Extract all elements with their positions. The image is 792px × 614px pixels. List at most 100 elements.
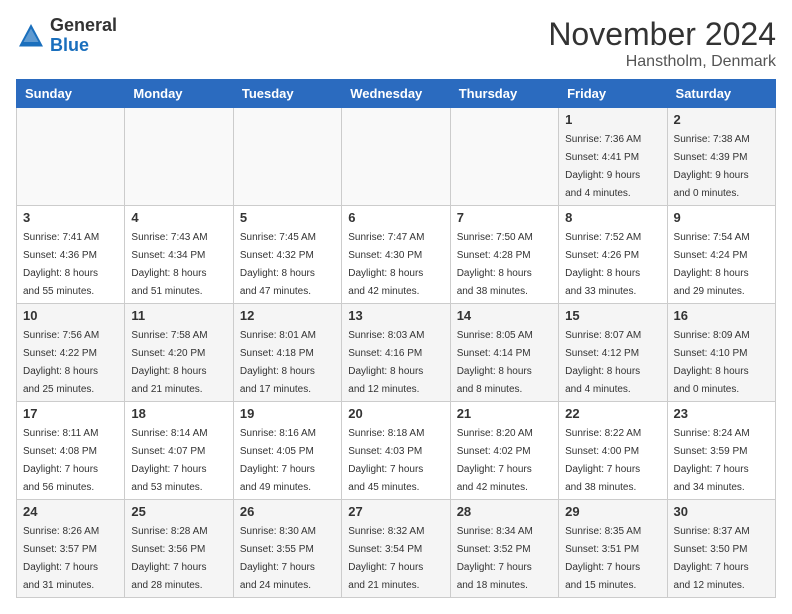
day-number: 5 (240, 210, 335, 225)
day-cell: 26 Sunrise: 8:30 AM Sunset: 3:55 PM Dayli… (233, 500, 341, 598)
logo-text: General Blue (50, 16, 117, 56)
day-number: 19 (240, 406, 335, 421)
day-number: 21 (457, 406, 552, 421)
day-info: Sunrise: 8:32 AM Sunset: 3:54 PM Dayligh… (348, 526, 424, 591)
day-info: Sunrise: 8:03 AM Sunset: 4:16 PM Dayligh… (348, 330, 424, 395)
col-header-monday: Monday (125, 80, 233, 108)
day-info: Sunrise: 7:43 AM Sunset: 4:34 PM Dayligh… (131, 232, 207, 297)
day-cell: 17 Sunrise: 8:11 AM Sunset: 4:08 PM Dayli… (17, 402, 125, 500)
title-block: November 2024 Hanstholm, Denmark (548, 16, 776, 71)
day-number: 24 (23, 504, 118, 519)
day-cell: 21 Sunrise: 8:20 AM Sunset: 4:02 PM Dayli… (450, 402, 558, 500)
day-cell: 24 Sunrise: 8:26 AM Sunset: 3:57 PM Dayli… (17, 500, 125, 598)
day-info: Sunrise: 8:35 AM Sunset: 3:51 PM Dayligh… (565, 526, 641, 591)
day-cell: 2 Sunrise: 7:38 AM Sunset: 4:39 PM Daylig… (667, 108, 775, 206)
day-info: Sunrise: 7:45 AM Sunset: 4:32 PM Dayligh… (240, 232, 316, 297)
logo-blue: Blue (50, 36, 117, 56)
day-info: Sunrise: 8:28 AM Sunset: 3:56 PM Dayligh… (131, 526, 207, 591)
day-info: Sunrise: 8:14 AM Sunset: 4:07 PM Dayligh… (131, 428, 207, 493)
day-cell (17, 108, 125, 206)
day-cell: 8 Sunrise: 7:52 AM Sunset: 4:26 PM Daylig… (559, 206, 667, 304)
day-cell (233, 108, 341, 206)
day-cell: 14 Sunrise: 8:05 AM Sunset: 4:14 PM Dayli… (450, 304, 558, 402)
day-info: Sunrise: 8:20 AM Sunset: 4:02 PM Dayligh… (457, 428, 533, 493)
day-info: Sunrise: 7:38 AM Sunset: 4:39 PM Dayligh… (674, 134, 750, 199)
logo: General Blue (16, 16, 117, 56)
day-cell (450, 108, 558, 206)
week-row-5: 24 Sunrise: 8:26 AM Sunset: 3:57 PM Dayli… (17, 500, 776, 598)
day-cell: 27 Sunrise: 8:32 AM Sunset: 3:54 PM Dayli… (342, 500, 450, 598)
col-header-friday: Friday (559, 80, 667, 108)
day-cell: 1 Sunrise: 7:36 AM Sunset: 4:41 PM Daylig… (559, 108, 667, 206)
col-header-saturday: Saturday (667, 80, 775, 108)
day-info: Sunrise: 7:56 AM Sunset: 4:22 PM Dayligh… (23, 330, 99, 395)
day-number: 9 (674, 210, 769, 225)
col-header-wednesday: Wednesday (342, 80, 450, 108)
week-row-3: 10Sunrise: 7:56 AM Sunset: 4:22 PM Dayli… (17, 304, 776, 402)
day-cell: 9Sunrise: 7:54 AM Sunset: 4:24 PM Daylig… (667, 206, 775, 304)
day-number: 14 (457, 308, 552, 323)
day-cell: 30Sunrise: 8:37 AM Sunset: 3:50 PM Dayli… (667, 500, 775, 598)
day-info: Sunrise: 7:52 AM Sunset: 4:26 PM Dayligh… (565, 232, 641, 297)
day-cell: 5 Sunrise: 7:45 AM Sunset: 4:32 PM Daylig… (233, 206, 341, 304)
day-number: 4 (131, 210, 226, 225)
day-number: 6 (348, 210, 443, 225)
logo-icon (16, 21, 46, 51)
day-cell: 3 Sunrise: 7:41 AM Sunset: 4:36 PM Daylig… (17, 206, 125, 304)
day-number: 17 (23, 406, 118, 421)
day-cell (125, 108, 233, 206)
day-number: 11 (131, 308, 226, 323)
day-number: 1 (565, 112, 660, 127)
day-info: Sunrise: 8:26 AM Sunset: 3:57 PM Dayligh… (23, 526, 99, 591)
day-info: Sunrise: 7:50 AM Sunset: 4:28 PM Dayligh… (457, 232, 533, 297)
day-cell: 22Sunrise: 8:22 AM Sunset: 4:00 PM Dayli… (559, 402, 667, 500)
day-info: Sunrise: 8:30 AM Sunset: 3:55 PM Dayligh… (240, 526, 316, 591)
day-cell: 10Sunrise: 7:56 AM Sunset: 4:22 PM Dayli… (17, 304, 125, 402)
day-number: 13 (348, 308, 443, 323)
day-cell: 11Sunrise: 7:58 AM Sunset: 4:20 PM Dayli… (125, 304, 233, 402)
page-header: General Blue November 2024 Hanstholm, De… (16, 16, 776, 71)
day-cell: 18Sunrise: 8:14 AM Sunset: 4:07 PM Dayli… (125, 402, 233, 500)
day-number: 25 (131, 504, 226, 519)
day-info: Sunrise: 8:22 AM Sunset: 4:00 PM Dayligh… (565, 428, 641, 493)
location: Hanstholm, Denmark (548, 53, 776, 71)
month-title: November 2024 (548, 16, 776, 53)
logo-general: General (50, 16, 117, 36)
day-number: 16 (674, 308, 769, 323)
day-number: 2 (674, 112, 769, 127)
day-number: 27 (348, 504, 443, 519)
day-info: Sunrise: 7:41 AM Sunset: 4:36 PM Dayligh… (23, 232, 99, 297)
day-info: Sunrise: 8:09 AM Sunset: 4:10 PM Dayligh… (674, 330, 750, 395)
week-row-2: 3 Sunrise: 7:41 AM Sunset: 4:36 PM Daylig… (17, 206, 776, 304)
week-row-1: 1 Sunrise: 7:36 AM Sunset: 4:41 PM Daylig… (17, 108, 776, 206)
week-row-4: 17 Sunrise: 8:11 AM Sunset: 4:08 PM Dayli… (17, 402, 776, 500)
day-cell: 28 Sunrise: 8:34 AM Sunset: 3:52 PM Dayli… (450, 500, 558, 598)
day-cell: 16 Sunrise: 8:09 AM Sunset: 4:10 PM Dayli… (667, 304, 775, 402)
col-header-sunday: Sunday (17, 80, 125, 108)
day-number: 28 (457, 504, 552, 519)
day-info: Sunrise: 8:01 AM Sunset: 4:18 PM Dayligh… (240, 330, 316, 395)
day-number: 7 (457, 210, 552, 225)
day-info: Sunrise: 8:34 AM Sunset: 3:52 PM Dayligh… (457, 526, 533, 591)
day-info: Sunrise: 8:11 AM Sunset: 4:08 PM Dayligh… (23, 428, 98, 493)
day-number: 3 (23, 210, 118, 225)
day-info: Sunrise: 8:18 AM Sunset: 4:03 PM Dayligh… (348, 428, 424, 493)
day-info: Sunrise: 8:05 AM Sunset: 4:14 PM Dayligh… (457, 330, 533, 395)
calendar-table: SundayMondayTuesdayWednesdayThursdayFrid… (16, 79, 776, 598)
day-info: Sunrise: 8:37 AM Sunset: 3:50 PM Dayligh… (674, 526, 750, 591)
day-info: Sunrise: 7:36 AM Sunset: 4:41 PM Dayligh… (565, 134, 641, 199)
day-cell: 4 Sunrise: 7:43 AM Sunset: 4:34 PM Daylig… (125, 206, 233, 304)
day-cell: 7 Sunrise: 7:50 AM Sunset: 4:28 PM Daylig… (450, 206, 558, 304)
day-cell: 25 Sunrise: 8:28 AM Sunset: 3:56 PM Dayli… (125, 500, 233, 598)
day-cell: 19 Sunrise: 8:16 AM Sunset: 4:05 PM Dayli… (233, 402, 341, 500)
day-number: 20 (348, 406, 443, 421)
day-cell: 12Sunrise: 8:01 AM Sunset: 4:18 PM Dayli… (233, 304, 341, 402)
day-header-row: SundayMondayTuesdayWednesdayThursdayFrid… (17, 80, 776, 108)
day-number: 8 (565, 210, 660, 225)
day-number: 29 (565, 504, 660, 519)
day-cell: 20 Sunrise: 8:18 AM Sunset: 4:03 PM Dayli… (342, 402, 450, 500)
day-number: 15 (565, 308, 660, 323)
day-info: Sunrise: 8:16 AM Sunset: 4:05 PM Dayligh… (240, 428, 316, 493)
day-number: 26 (240, 504, 335, 519)
col-header-tuesday: Tuesday (233, 80, 341, 108)
